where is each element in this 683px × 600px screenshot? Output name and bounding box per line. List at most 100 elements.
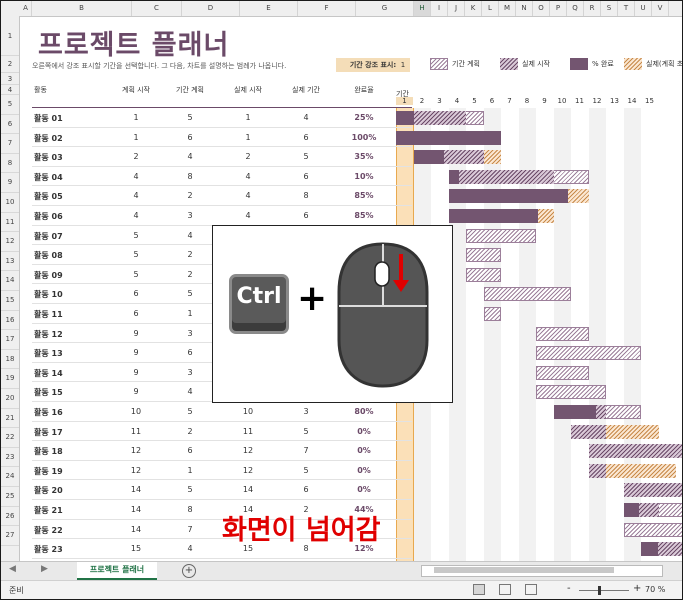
activity-act-dur[interactable]: 3 bbox=[291, 407, 321, 416]
activity-percent-complete[interactable]: 100% bbox=[344, 133, 384, 142]
activity-plan-start[interactable]: 5 bbox=[121, 250, 151, 259]
column-header-L[interactable]: L bbox=[482, 1, 499, 16]
row-header-15[interactable]: 15 bbox=[1, 291, 19, 311]
row-header-3[interactable]: 3 bbox=[1, 73, 19, 85]
row-header-19[interactable]: 19 bbox=[1, 369, 19, 389]
row-header-6[interactable]: 6 bbox=[1, 115, 19, 135]
activity-act-dur[interactable]: 8 bbox=[291, 191, 321, 200]
activity-act-start[interactable]: 14 bbox=[233, 485, 263, 494]
activity-name[interactable]: 활동 10 bbox=[34, 289, 63, 300]
activity-name[interactable]: 활동 21 bbox=[34, 505, 63, 516]
row-header-12[interactable]: 12 bbox=[1, 232, 19, 252]
activity-plan-dur[interactable]: 1 bbox=[175, 466, 205, 475]
activity-plan-dur[interactable]: 2 bbox=[175, 270, 205, 279]
column-header-F[interactable]: F bbox=[298, 1, 356, 16]
row-header-27[interactable]: 27 bbox=[1, 526, 19, 546]
activity-act-start[interactable]: 11 bbox=[233, 427, 263, 436]
column-header-M[interactable]: M bbox=[499, 1, 516, 16]
activity-name[interactable]: 활동 11 bbox=[34, 309, 63, 320]
row-header-18[interactable]: 18 bbox=[1, 350, 19, 370]
activity-percent-complete[interactable]: 80% bbox=[344, 407, 384, 416]
row-header-7[interactable]: 7 bbox=[1, 134, 19, 154]
activity-plan-start[interactable]: 9 bbox=[121, 368, 151, 377]
activity-plan-start[interactable]: 5 bbox=[121, 270, 151, 279]
activity-plan-start[interactable]: 1 bbox=[121, 113, 151, 122]
activity-percent-complete[interactable]: 0% bbox=[344, 466, 384, 475]
activity-name[interactable]: 활동 08 bbox=[34, 250, 63, 261]
page-break-view-icon[interactable] bbox=[525, 584, 537, 595]
column-header-U[interactable]: U bbox=[635, 1, 652, 16]
activity-plan-dur[interactable]: 8 bbox=[175, 505, 205, 514]
row-header-8[interactable]: 8 bbox=[1, 154, 19, 174]
activity-act-dur[interactable]: 7 bbox=[291, 446, 321, 455]
activity-plan-dur[interactable]: 5 bbox=[175, 113, 205, 122]
row-header-9[interactable]: 9 bbox=[1, 173, 19, 193]
activity-name[interactable]: 활동 01 bbox=[34, 113, 63, 124]
activity-act-start[interactable]: 12 bbox=[233, 466, 263, 475]
activity-plan-start[interactable]: 14 bbox=[121, 485, 151, 494]
activity-name[interactable]: 활동 22 bbox=[34, 525, 63, 536]
activity-name[interactable]: 활동 04 bbox=[34, 172, 63, 183]
column-header-D[interactable]: D bbox=[182, 1, 240, 16]
column-header-A[interactable]: A bbox=[20, 1, 32, 16]
activity-name[interactable]: 활동 23 bbox=[34, 544, 63, 555]
activity-act-start[interactable]: 12 bbox=[233, 446, 263, 455]
activity-act-start[interactable]: 4 bbox=[233, 172, 263, 181]
activity-name[interactable]: 활동 15 bbox=[34, 387, 63, 398]
activity-name[interactable]: 활동 20 bbox=[34, 485, 63, 496]
activity-act-dur[interactable]: 6 bbox=[291, 172, 321, 181]
activity-plan-start[interactable]: 4 bbox=[121, 211, 151, 220]
highlight-period-input[interactable]: 1 bbox=[394, 58, 412, 72]
activity-plan-dur[interactable]: 7 bbox=[175, 525, 205, 534]
add-sheet-button[interactable]: + bbox=[182, 564, 196, 578]
activity-percent-complete[interactable]: 0% bbox=[344, 485, 384, 494]
row-header-26[interactable]: 26 bbox=[1, 507, 19, 527]
zoom-slider-thumb[interactable] bbox=[598, 586, 601, 595]
activity-plan-dur[interactable]: 5 bbox=[175, 485, 205, 494]
activity-act-start[interactable]: 1 bbox=[233, 133, 263, 142]
column-header-N[interactable]: N bbox=[516, 1, 533, 16]
activity-plan-dur[interactable]: 2 bbox=[175, 427, 205, 436]
activity-name[interactable]: 활동 14 bbox=[34, 368, 63, 379]
column-header-H[interactable]: H bbox=[414, 1, 431, 16]
activity-plan-start[interactable]: 14 bbox=[121, 505, 151, 514]
activity-plan-dur[interactable]: 2 bbox=[175, 191, 205, 200]
activity-act-dur[interactable]: 5 bbox=[291, 152, 321, 161]
activity-plan-start[interactable]: 1 bbox=[121, 133, 151, 142]
column-header-G[interactable]: G bbox=[356, 1, 414, 16]
row-header-4[interactable]: 4 bbox=[1, 85, 19, 95]
activity-percent-complete[interactable]: 25% bbox=[344, 113, 384, 122]
activity-act-dur[interactable]: 6 bbox=[291, 485, 321, 494]
activity-plan-start[interactable]: 6 bbox=[121, 309, 151, 318]
activity-act-start[interactable]: 4 bbox=[233, 191, 263, 200]
zoom-in-button[interactable]: + bbox=[633, 583, 641, 594]
activity-plan-start[interactable]: 4 bbox=[121, 191, 151, 200]
row-header-20[interactable]: 20 bbox=[1, 389, 19, 409]
activity-name[interactable]: 활동 02 bbox=[34, 133, 63, 144]
column-header-P[interactable]: P bbox=[550, 1, 567, 16]
column-header-I[interactable]: I bbox=[431, 1, 448, 16]
activity-act-dur[interactable]: 4 bbox=[291, 113, 321, 122]
activity-plan-start[interactable]: 12 bbox=[121, 466, 151, 475]
activity-plan-start[interactable]: 15 bbox=[121, 544, 151, 553]
activity-plan-start[interactable]: 11 bbox=[121, 427, 151, 436]
row-header-11[interactable]: 11 bbox=[1, 213, 19, 233]
activity-plan-dur[interactable]: 1 bbox=[175, 309, 205, 318]
column-header-B[interactable]: B bbox=[32, 1, 132, 16]
activity-plan-start[interactable]: 9 bbox=[121, 348, 151, 357]
row-header-22[interactable]: 22 bbox=[1, 428, 19, 448]
horizontal-scrollbar[interactable] bbox=[421, 565, 663, 577]
activity-plan-start[interactable]: 6 bbox=[121, 289, 151, 298]
zoom-slider[interactable] bbox=[579, 590, 629, 591]
activity-plan-start[interactable]: 10 bbox=[121, 407, 151, 416]
next-sheet-icon[interactable]: ▶ bbox=[41, 564, 48, 574]
activity-plan-start[interactable]: 2 bbox=[121, 152, 151, 161]
activity-act-start[interactable]: 2 bbox=[233, 152, 263, 161]
activity-plan-dur[interactable]: 2 bbox=[175, 250, 205, 259]
row-header-21[interactable]: 21 bbox=[1, 409, 19, 429]
row-header-14[interactable]: 14 bbox=[1, 271, 19, 291]
column-header-K[interactable]: K bbox=[465, 1, 482, 16]
column-header-S[interactable]: S bbox=[601, 1, 618, 16]
column-header-E[interactable]: E bbox=[240, 1, 298, 16]
activity-name[interactable]: 활동 07 bbox=[34, 231, 63, 242]
